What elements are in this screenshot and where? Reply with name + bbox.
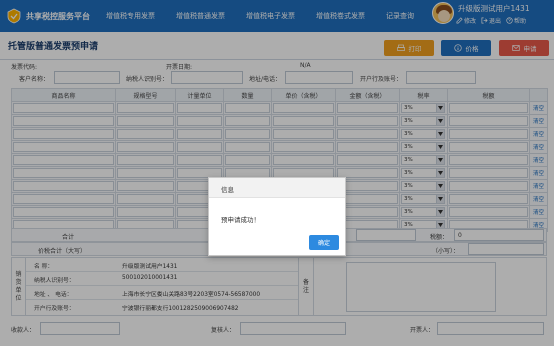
dialog-message: 预申请成功！ [221, 216, 260, 224]
dialog-ok-button[interactable]: 确定 [309, 235, 339, 250]
dialog-title: 信息 [221, 186, 234, 194]
message-dialog: 信息 预申请成功！ 确定 [208, 177, 346, 256]
modal-overlay[interactable] [0, 0, 554, 346]
